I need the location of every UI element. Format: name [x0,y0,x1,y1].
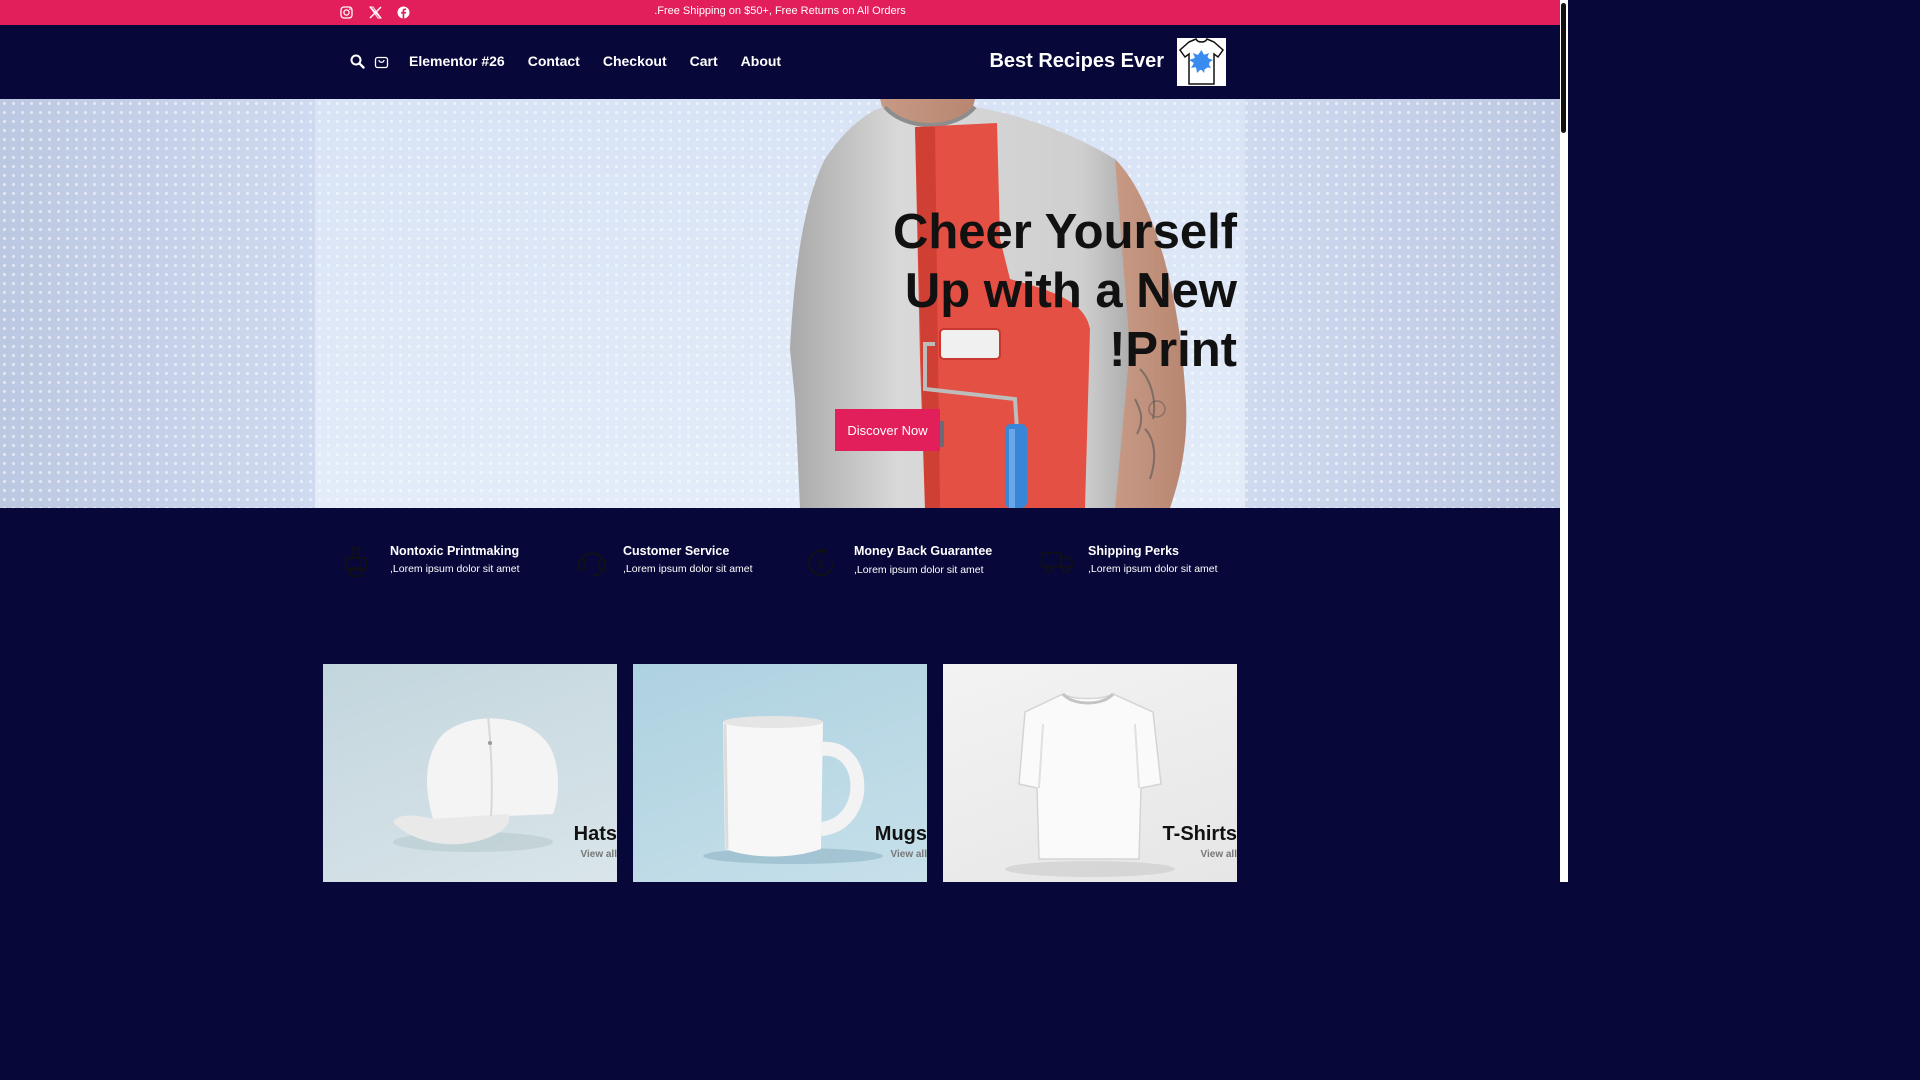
page-scrollbar[interactable] [1560,0,1568,882]
hero-heading-line-2: Up with a New [904,264,1237,318]
category-title[interactable]: Hats [574,823,617,846]
instagram-icon[interactable] [338,4,355,21]
shopping-bag-icon[interactable] [373,53,389,69]
nav-link-about[interactable]: About [741,53,781,69]
feature-description: ,Lorem ipsum dolor sit amet [390,563,520,575]
cap-image [393,715,558,852]
discover-now-button[interactable]: Discover Now [835,409,940,451]
feature-description: ,Lorem ipsum dolor sit amet [623,563,753,575]
mug-image [703,716,883,864]
feature-title: Shipping Perks [1088,544,1179,558]
scrollbar-thumb[interactable] [1561,3,1566,133]
nav-link-contact[interactable]: Contact [528,53,580,69]
svg-text:$: $ [817,557,825,572]
hero-heading: Cheer Yourself Up with a New !Print [875,203,1237,380]
category-title[interactable]: T-Shirts [1163,823,1237,846]
site-header: Elementor #26 Contact Checkout Cart Abou… [0,25,1560,99]
category-card-hats[interactable]: Hats View all [323,664,617,882]
category-card-t-shirts[interactable]: T-Shirts View all [943,664,1237,882]
category-title[interactable]: Mugs [875,823,927,846]
hero-heading-line-3: !Print [1109,323,1237,377]
view-all-link[interactable]: View all [580,849,617,860]
nav-link-cart[interactable]: Cart [690,53,718,69]
site-title[interactable]: Best Recipes Ever [980,50,1164,73]
category-card-mugs[interactable]: Mugs View all [633,664,927,882]
feature-title: Nontoxic Printmaking [390,544,520,558]
x-twitter-icon[interactable] [367,4,384,21]
t-shirt-image [1005,692,1175,877]
money-back-icon: $ [808,547,834,576]
feature-customer-service: Customer Service ,Lorem ipsum dolor sit … [574,543,774,583]
search-icon[interactable] [349,53,365,69]
view-all-link[interactable]: View all [890,849,927,860]
site-logo[interactable] [1177,38,1226,86]
feature-shipping-perks: Shipping Perks ,Lorem ipsum dolor sit am… [1040,543,1240,583]
feature-description: ,Lorem ipsum dolor sit amet [854,564,984,576]
announcement-text: .Free Shipping on $50+, Free Returns on … [654,5,906,17]
feature-nontoxic-printmaking: Nontoxic Printmaking ,Lorem ipsum dolor … [338,543,538,583]
nav-link-checkout[interactable]: Checkout [603,53,667,69]
top-announcement-bar: .Free Shipping on $50+, Free Returns on … [0,0,1560,25]
hero-banner: Cheer Yourself Up with a New !Print Disc… [315,99,1245,508]
printer-icon [345,547,367,577]
feature-title: Money Back Guarantee [854,544,993,558]
hero-heading-line-1: Cheer Yourself [892,205,1237,259]
main-nav: Elementor #26 Contact Checkout Cart Abou… [409,53,781,69]
facebook-icon[interactable] [395,4,412,21]
headset-icon [578,552,606,576]
feature-money-back-guarantee: $ Money Back Guarantee ,Lorem ipsum dolo… [803,543,1003,583]
truck-icon [1041,552,1073,573]
feature-title: Customer Service [623,544,730,558]
hero-section: Cheer Yourself Up with a New !Print Disc… [0,99,1560,508]
nav-link-elementor-26[interactable]: Elementor #26 [409,53,505,69]
view-all-link[interactable]: View all [1200,849,1237,860]
feature-description: ,Lorem ipsum dolor sit amet [1088,563,1218,575]
